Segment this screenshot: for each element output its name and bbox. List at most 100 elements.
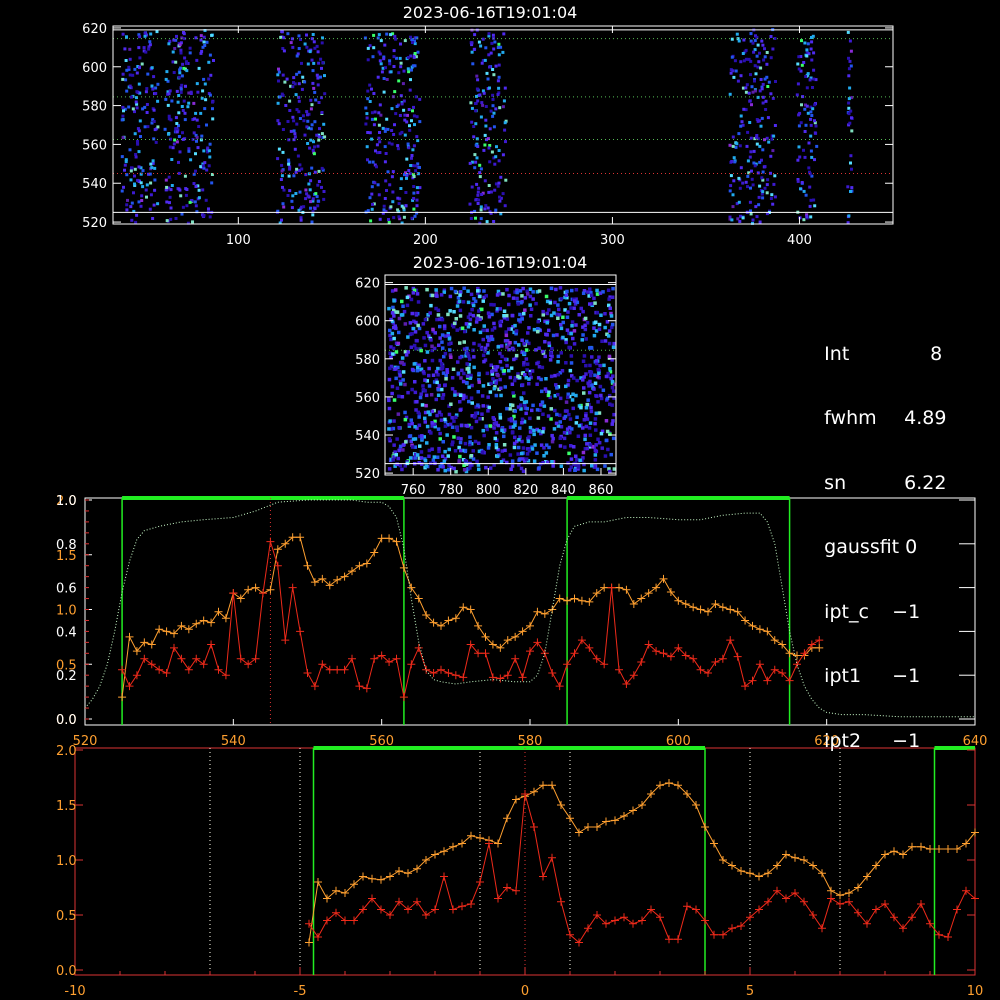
raster-cell: [293, 147, 297, 151]
raster-cell: [312, 61, 316, 65]
info-row-fwhm: fwhm 4.89: [800, 387, 946, 452]
data-point: [236, 654, 245, 663]
raster-cell: [194, 169, 197, 173]
y-tick-label: 580: [355, 353, 380, 368]
data-point: [281, 636, 290, 645]
raster-cell: [474, 419, 479, 424]
raster-cell: [135, 90, 139, 94]
raster-cell: [146, 72, 150, 76]
raster-cell: [549, 407, 553, 411]
raster-cell: [123, 163, 127, 167]
raster-cell: [516, 445, 521, 450]
raster-cell: [483, 207, 487, 211]
raster-cell: [545, 321, 549, 325]
raster-cell: [478, 175, 482, 179]
y-tick-label: 540: [82, 177, 107, 192]
raster-cell: [563, 414, 568, 419]
raster-cell: [566, 392, 570, 396]
raster-cell: [516, 374, 520, 379]
raster-cell: [322, 122, 326, 126]
raster-cell: [847, 106, 851, 110]
raster-cell: [530, 408, 534, 413]
raster-cell: [742, 107, 746, 111]
data-point: [726, 605, 735, 614]
raster-cell: [153, 166, 157, 170]
raster-cell: [593, 421, 597, 426]
data-point: [711, 658, 720, 667]
raster-cell: [423, 317, 428, 322]
raster-cell: [179, 48, 183, 52]
raster-cell: [316, 50, 320, 54]
raster-cell: [551, 464, 555, 468]
raster-cell: [730, 160, 734, 163]
raster-cell: [375, 165, 378, 169]
raster-cell: [412, 207, 416, 211]
raster-cell: [436, 373, 440, 377]
raster-cell: [491, 416, 495, 420]
raster-cell: [449, 355, 453, 359]
raster-cell: [421, 322, 426, 326]
raster-cell: [306, 119, 310, 123]
raster-cell: [488, 466, 493, 470]
raster-cell: [188, 51, 192, 55]
raster-cell: [572, 342, 577, 346]
raster-cell: [512, 378, 517, 383]
raster-cell: [320, 66, 323, 70]
raster-cell: [479, 205, 483, 209]
raster-cell: [373, 110, 377, 114]
raster-cell: [313, 46, 317, 50]
raster-cell: [429, 338, 433, 342]
raster-cell: [543, 354, 547, 359]
raster-cell: [121, 32, 125, 36]
info-row-ipt2: ipt2 −1: [800, 709, 946, 774]
raster-cell: [476, 99, 480, 103]
raster-cell: [491, 68, 495, 71]
raster-cell: [570, 288, 574, 293]
raster-cell: [209, 73, 213, 77]
raster-cell: [180, 83, 184, 87]
data-point: [370, 548, 379, 557]
raster-cell: [604, 438, 609, 443]
raster-cell: [288, 189, 292, 193]
raster-cell: [437, 446, 441, 451]
raster-cell: [518, 426, 522, 430]
raster-cell: [178, 43, 182, 47]
raster-cell: [562, 436, 567, 441]
raster-cell: [513, 420, 517, 424]
raster-cell: [165, 70, 169, 74]
raster-cell: [438, 431, 442, 436]
raster-cell: [554, 287, 558, 292]
raster-cell: [283, 80, 287, 84]
info-value: 0: [905, 536, 918, 558]
raster-cell: [476, 403, 480, 407]
raster-cell: [174, 116, 178, 120]
raster-cell: [171, 50, 175, 54]
raster-cell: [472, 125, 476, 128]
data-point: [575, 828, 583, 837]
raster-cell: [125, 208, 129, 212]
raster-cell: [433, 331, 437, 335]
raster-cell: [767, 80, 771, 84]
raster-cell: [145, 183, 149, 187]
info-row-ipt-c: ipt_c −1: [800, 580, 946, 645]
raster-cell: [807, 166, 811, 170]
raster-cell: [133, 182, 136, 186]
raster-cell: [138, 65, 141, 69]
raster-cell: [747, 91, 751, 95]
raster-cell: [292, 119, 296, 123]
raster-cell: [411, 291, 416, 295]
raster-cell: [450, 416, 454, 420]
raster-cell: [397, 394, 401, 399]
raster-cell: [298, 190, 302, 194]
raster-cell: [371, 202, 374, 206]
raster-cell: [487, 190, 491, 194]
raster-cell: [535, 361, 539, 366]
raster-cell: [292, 174, 296, 178]
raster-cell: [745, 83, 749, 87]
raster-cell: [450, 376, 455, 380]
raster-cell: [294, 192, 298, 195]
raster-cell: [466, 300, 471, 305]
raster-cell: [427, 454, 431, 458]
raster-cell: [280, 218, 283, 222]
raster-cell: [382, 90, 386, 94]
